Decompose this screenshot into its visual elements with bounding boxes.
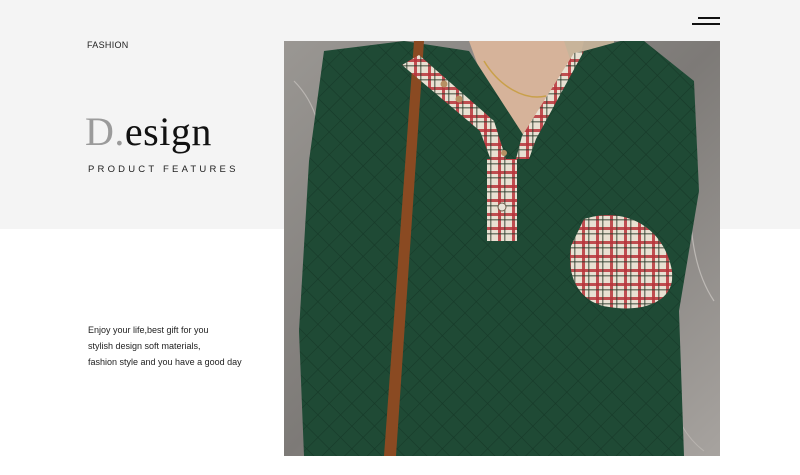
brand-label: FASHION — [87, 40, 129, 50]
title-initial: D. — [85, 109, 125, 154]
description-line: stylish design soft materials, — [88, 341, 201, 351]
product-features-subtitle: PRODUCT FEATURES — [88, 164, 239, 175]
menu-line-bottom — [692, 23, 720, 25]
product-description: Enjoy your life,best gift for you stylis… — [88, 322, 278, 370]
page-title: D.esign — [85, 110, 212, 154]
menu-line-top — [698, 17, 720, 19]
description-line: Enjoy your life,best gift for you — [88, 325, 209, 335]
description-line: fashion style and you have a good day — [88, 357, 242, 367]
product-photo — [284, 41, 720, 456]
menu-icon[interactable] — [690, 16, 720, 28]
title-rest: esign — [124, 109, 212, 154]
